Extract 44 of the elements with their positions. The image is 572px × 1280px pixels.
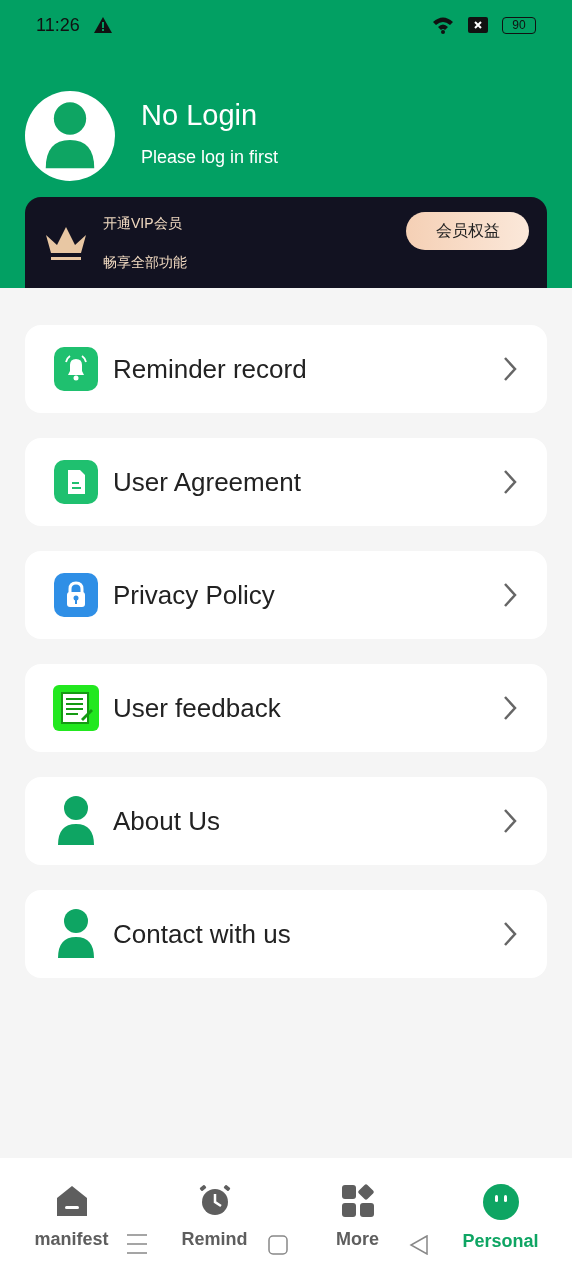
back-triangle-icon[interactable] <box>409 1235 429 1255</box>
menu-label: User Agreement <box>113 465 302 499</box>
nav-tab[interactable]: manifest <box>0 1184 143 1253</box>
lock-icon <box>54 573 98 617</box>
profile-subtitle: Please log in first <box>141 146 279 169</box>
warning-icon <box>93 17 112 33</box>
person-icon <box>56 795 96 847</box>
nav-tab[interactable]: More <box>286 1184 429 1253</box>
menu-item[interactable]: Reminder record <box>25 325 547 413</box>
chevron-right-icon <box>503 356 517 382</box>
member-benefits-button[interactable]: 会员权益 <box>406 212 529 250</box>
vip-subtitle: 畅享全部功能 <box>103 252 187 272</box>
menu-item[interactable]: Privacy Policy <box>25 551 547 639</box>
face-icon <box>482 1184 519 1220</box>
menu-item[interactable]: User feedback <box>25 664 547 752</box>
menu-label: About Us <box>113 804 221 838</box>
chevron-right-icon <box>503 582 517 608</box>
menu-label: Privacy Policy <box>113 578 276 612</box>
chevron-right-icon <box>503 808 517 834</box>
status-time: 11:26 <box>36 13 80 37</box>
battery-indicator: 90 <box>502 16 536 34</box>
menu-label: Reminder record <box>113 352 308 386</box>
wifi-icon <box>432 16 454 34</box>
chevron-right-icon <box>503 921 517 947</box>
bell-icon <box>54 347 98 391</box>
chevron-right-icon <box>503 695 517 721</box>
home-icon <box>54 1184 89 1218</box>
profile-name: No Login <box>141 101 259 130</box>
person-icon <box>56 908 96 960</box>
square-icon[interactable] <box>268 1235 288 1255</box>
chevron-right-icon <box>503 469 517 495</box>
menu-icon[interactable] <box>127 1234 147 1254</box>
grid-icon <box>340 1184 375 1218</box>
nav-tab[interactable]: Remind <box>143 1184 286 1253</box>
sim-card-icon <box>468 17 488 33</box>
alarm-clock-icon <box>197 1184 232 1218</box>
menu-label: User feedback <box>113 691 282 725</box>
vip-title: 开通VIP会员 <box>103 213 183 233</box>
menu-item[interactable]: User Agreement <box>25 438 547 526</box>
menu-item[interactable]: About Us <box>25 777 547 865</box>
menu-label: Contact with us <box>113 917 292 951</box>
notepad-icon <box>53 685 99 731</box>
document-icon <box>54 460 98 504</box>
menu-item[interactable]: Contact with us <box>25 890 547 978</box>
